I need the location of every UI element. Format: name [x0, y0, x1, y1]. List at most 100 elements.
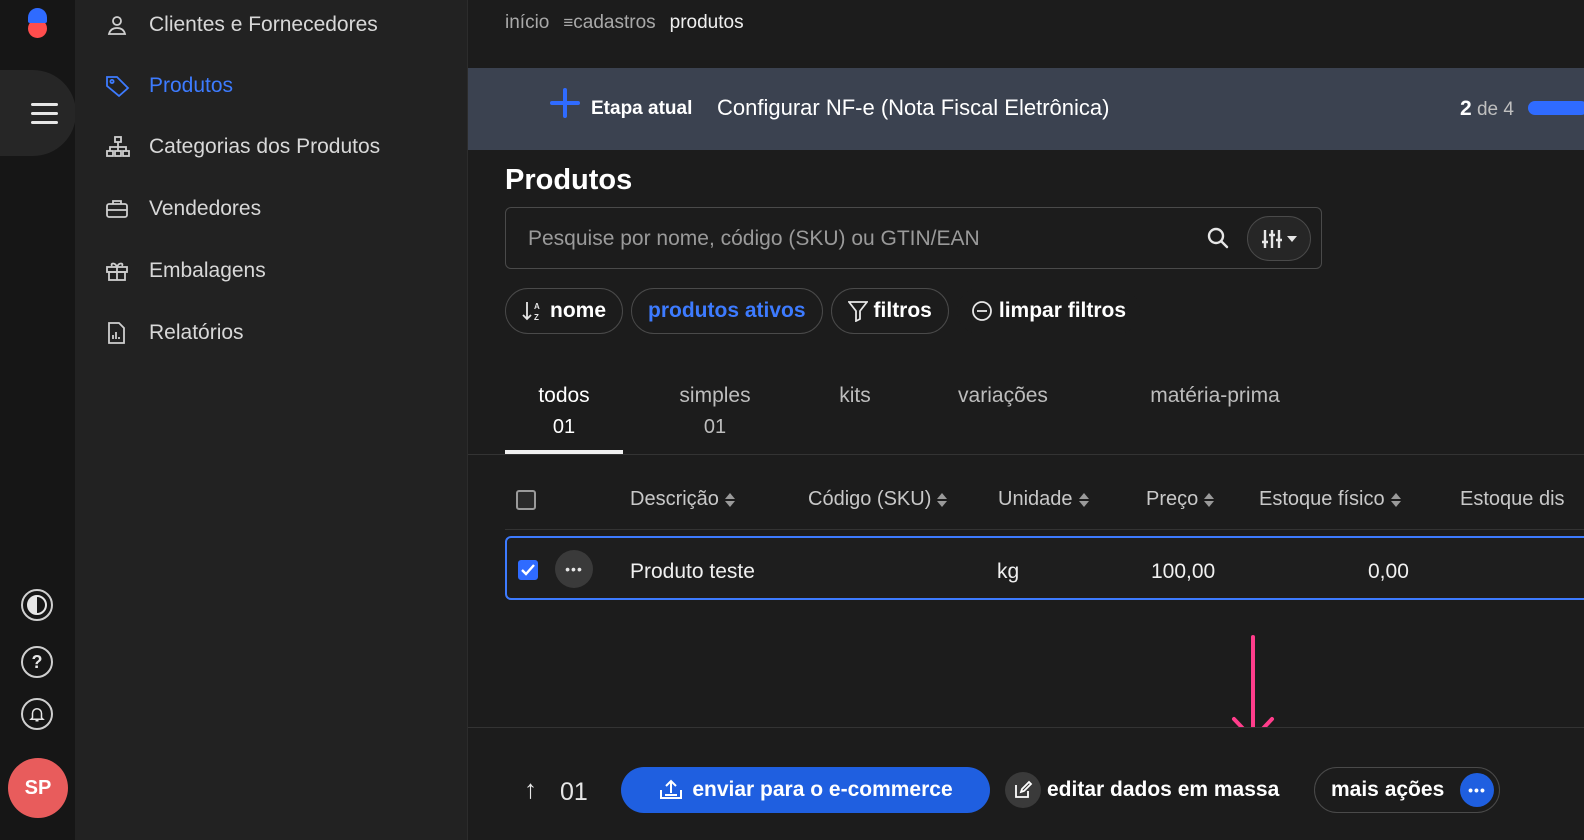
person-icon [105, 11, 149, 39]
table-header: Descrição Código (SKU) Unidade Preço Est… [505, 470, 1584, 530]
sidebar-item-embalagens[interactable]: Embalagens [105, 251, 266, 291]
row-checkbox[interactable] [518, 560, 538, 580]
tabs-divider [468, 454, 1584, 455]
more-actions-button[interactable]: mais ações ••• [1314, 767, 1500, 813]
column-header-sku[interactable]: Código (SKU) [808, 488, 948, 511]
cell-price: 100,00 [1151, 560, 1216, 583]
clear-filters-button[interactable]: limpar filtros [956, 288, 1141, 334]
search-options-button[interactable] [1247, 216, 1311, 261]
sliders-icon [1262, 229, 1282, 248]
gift-icon [105, 257, 149, 285]
app-logo[interactable] [27, 8, 49, 38]
sidebar-item-label: Produtos [149, 74, 234, 97]
avatar-initials: SP [24, 776, 52, 799]
tab-variacoes[interactable]: variações [935, 384, 1071, 408]
onboarding-banner[interactable]: Etapa atual Configurar NF-e (Nota Fiscal… [468, 68, 1584, 150]
left-rail: ? SP [0, 0, 76, 840]
sort-chip[interactable]: AZ nome [505, 288, 624, 334]
sidebar-item-label: Categorias dos Produtos [149, 135, 381, 158]
plus-icon [550, 88, 580, 118]
bulk-actions-bar: ↑ 01 enviar para o e-commerce editar dad… [468, 727, 1584, 840]
breadcrumb-home[interactable]: início [505, 12, 549, 34]
tab-label: matéria-prima [1150, 384, 1280, 407]
question-icon: ? [31, 651, 43, 672]
tab-label: todos [538, 384, 590, 407]
column-header-available-stock[interactable]: Estoque dis [1460, 488, 1565, 511]
sidebar-nav: Clientes e Fornecedores Produtos Categor… [75, 0, 468, 840]
filter-chips: AZ nome produtos ativos filtros limpar f… [505, 288, 1141, 334]
sort-icon [937, 492, 948, 507]
hierarchy-icon [105, 133, 149, 161]
list-icon: ≡ [563, 13, 574, 32]
sort-icon [1204, 492, 1215, 507]
column-header-unit[interactable]: Unidade [998, 488, 1089, 511]
sidebar-item-label: Vendedores [149, 197, 262, 220]
sidebar-item-vendedores[interactable]: Vendedores [105, 189, 261, 229]
column-header-price[interactable]: Preço [1146, 488, 1215, 511]
sidebar-item-label: Relatórios [149, 321, 244, 344]
sidebar-item-label: Embalagens [149, 259, 266, 282]
sidebar-item-produtos[interactable]: Produtos [105, 66, 233, 106]
filters-chip[interactable]: filtros [830, 288, 949, 334]
contrast-icon [27, 595, 47, 615]
banner-label: Etapa atual [591, 98, 693, 119]
sort-chip-label: nome [550, 299, 607, 322]
select-all-checkbox[interactable] [516, 490, 536, 510]
sidebar-item-relatorios[interactable]: Relatórios [105, 313, 244, 353]
sidebar-item-label: Clientes e Fornecedores [149, 13, 378, 36]
page-title: Produtos [505, 164, 633, 196]
user-avatar[interactable]: SP [8, 758, 68, 818]
tab-simples[interactable]: simples 01 [655, 384, 775, 439]
table-row[interactable]: ••• Produto teste kg 100,00 0,00 [505, 536, 1584, 600]
ellipsis-icon: ••• [565, 561, 583, 577]
banner-step-counter: 2 de 4 [1460, 97, 1514, 120]
tab-label: kits [839, 384, 871, 407]
column-header-description[interactable]: Descrição [630, 488, 735, 511]
svg-text:A: A [534, 302, 540, 311]
tab-todos[interactable]: todos 01 [505, 384, 623, 439]
breadcrumb-current: produtos [669, 12, 744, 33]
active-products-chip[interactable]: produtos ativos [631, 288, 823, 334]
tab-materia-prima[interactable]: matéria-prima [1115, 384, 1315, 408]
sort-icon [1078, 492, 1089, 507]
bell-icon [29, 708, 45, 722]
banner-step-title: Configurar NF-e (Nota Fiscal Eletrônica) [717, 95, 1110, 120]
row-actions-button[interactable]: ••• [555, 550, 593, 588]
report-icon [105, 319, 149, 347]
tab-kits[interactable]: kits [805, 384, 905, 408]
breadcrumb-section[interactable]: ≡cadastros [563, 12, 655, 34]
funnel-icon [847, 301, 868, 322]
cell-stock: 0,00 [1368, 560, 1409, 583]
hamburger-menu-button[interactable] [0, 70, 76, 156]
banner-progress-bar [1528, 101, 1584, 115]
ellipsis-icon: ••• [1460, 773, 1494, 807]
tag-icon [105, 72, 149, 100]
more-actions-label: mais ações [1331, 778, 1445, 801]
search-icon[interactable] [1204, 224, 1232, 252]
caret-down-icon [1287, 235, 1297, 242]
tab-count: 01 [552, 416, 576, 438]
check-icon [521, 564, 535, 576]
up-arrow-icon: ↑ [524, 774, 537, 804]
sort-icon [1390, 492, 1401, 507]
sidebar-item-clientes[interactable]: Clientes e Fornecedores [105, 5, 378, 45]
column-header-stock[interactable]: Estoque físico [1259, 488, 1401, 511]
upload-icon [660, 779, 683, 799]
bulk-edit-button[interactable]: editar dados em massa [1005, 767, 1279, 813]
sort-icon [724, 492, 735, 507]
send-to-ecommerce-button[interactable]: enviar para o e-commerce [621, 767, 990, 813]
breadcrumb: início ≡cadastros produtos [505, 12, 744, 34]
theme-toggle-button[interactable] [21, 589, 53, 621]
status-chip-label: produtos ativos [648, 299, 806, 322]
main-content: início ≡cadastros produtos Etapa atual C… [468, 0, 1584, 840]
notifications-button[interactable] [21, 698, 53, 730]
cell-description: Produto teste [630, 560, 755, 583]
tab-count: 01 [703, 416, 727, 438]
help-button[interactable]: ? [21, 646, 53, 678]
send-button-label: enviar para o e-commerce [692, 778, 953, 801]
sidebar-item-categorias[interactable]: Categorias dos Produtos [105, 127, 380, 167]
search-input[interactable] [528, 222, 1178, 256]
tab-label: variações [958, 384, 1048, 407]
bulk-edit-label: editar dados em massa [1047, 778, 1280, 801]
svg-text:Z: Z [534, 313, 539, 322]
